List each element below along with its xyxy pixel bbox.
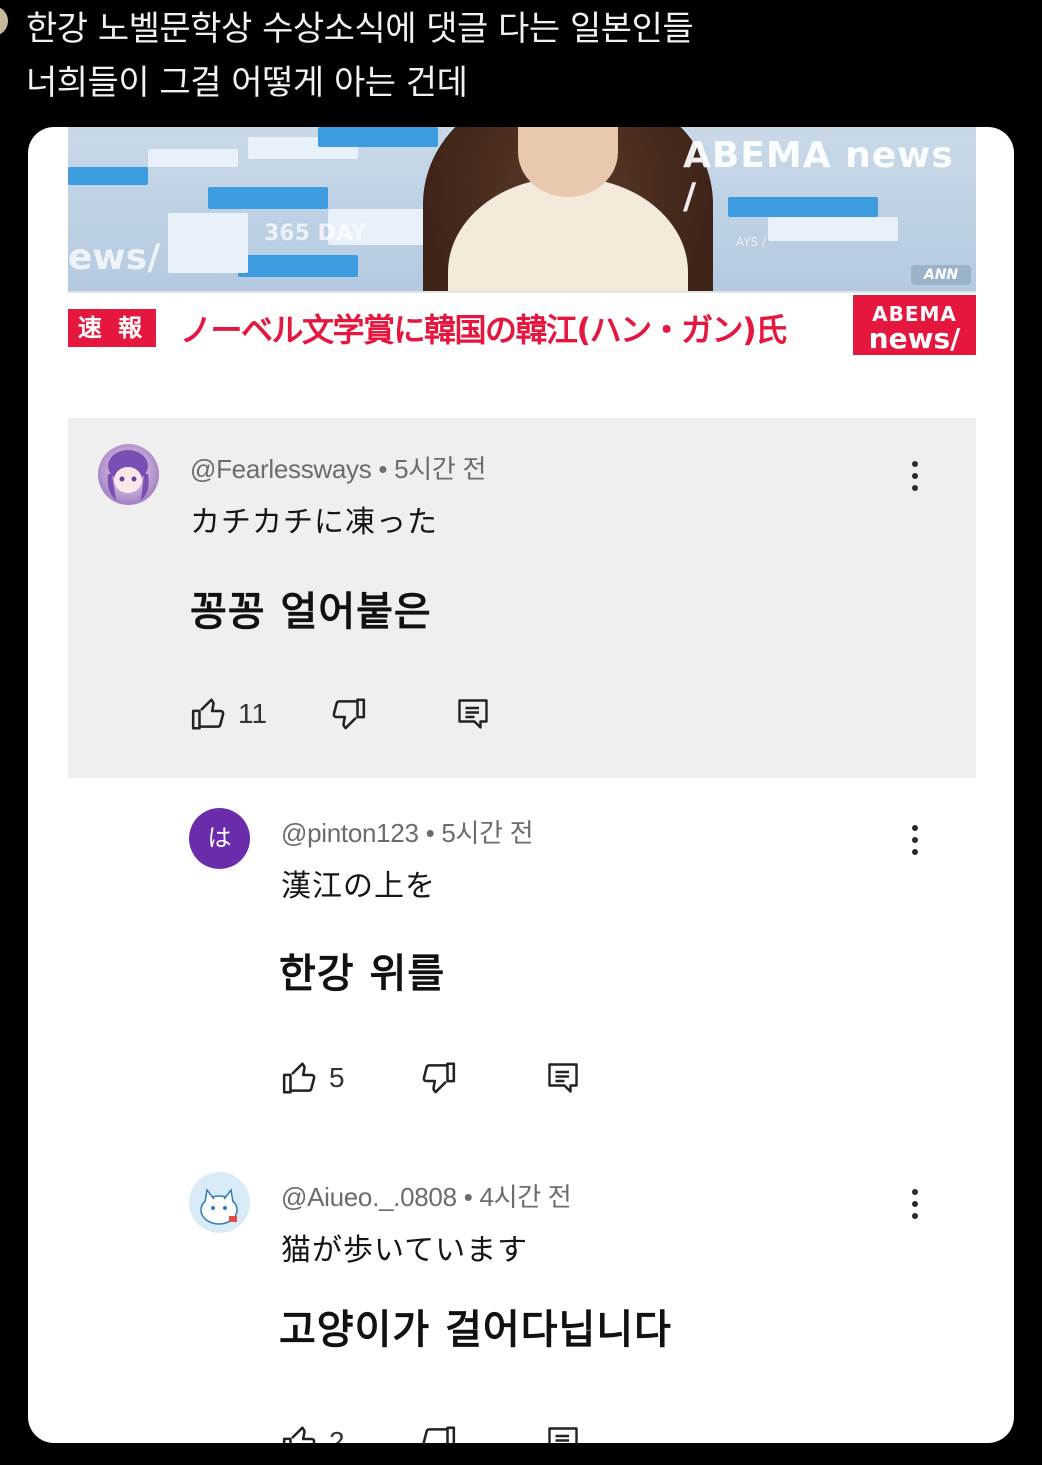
like-button[interactable]: 2: [281, 1423, 345, 1443]
dislike-button[interactable]: [419, 1423, 457, 1443]
comment-author[interactable]: @Fearlessways: [190, 454, 372, 484]
background-stair: [208, 187, 328, 209]
anime-girl-avatar-icon: [107, 450, 149, 500]
like-count: 2: [329, 1426, 345, 1443]
news-watermark-partial: ews/: [68, 237, 161, 278]
comment-translation: 꽁꽁 얼어붙은: [190, 589, 432, 635]
thumbs-up-icon: [282, 1062, 316, 1094]
like-button[interactable]: 11: [190, 695, 267, 733]
thumbs-down-icon: [332, 698, 366, 730]
more-options-icon[interactable]: [903, 457, 927, 497]
like-count: 5: [329, 1062, 345, 1093]
background-stair: [768, 217, 898, 241]
comment-meta: @Aiueo._.0808 • 4시간 전: [281, 1177, 572, 1214]
comment-text: カチカチに凍った: [190, 505, 438, 540]
more-options-icon[interactable]: [903, 1185, 927, 1225]
meta-separator: •: [425, 818, 435, 848]
avatar-letter: は: [207, 824, 232, 852]
comment-time: 5시간 전: [394, 454, 487, 484]
comment-translation: 고양이가 걸어다닙니다: [279, 1307, 672, 1353]
comment-author[interactable]: @pinton123: [281, 818, 419, 848]
reply-comment-icon: [547, 1063, 578, 1093]
breaking-news-banner: 速 報 ノーベル文学賞に韓国の韓江(ハン・ガン)氏 ABEMA news/: [68, 291, 976, 355]
comment-text: 漢江の上を: [281, 869, 436, 904]
comment-meta: @Fearlessways • 5시간 전: [190, 449, 486, 486]
comment-meta: @pinton123 • 5시간 전: [281, 813, 534, 850]
comment-time: 4시간 전: [479, 1182, 572, 1212]
background-stair: [148, 149, 238, 167]
breaking-headline: ノーベル文学賞に韓国の韓江(ハン・ガン)氏: [180, 311, 787, 349]
meta-separator: •: [378, 454, 388, 484]
comment-time: 5시간 전: [441, 818, 534, 848]
commenter-avatar[interactable]: は: [189, 808, 250, 869]
background-stair: [168, 213, 248, 273]
comment-actions: 11: [190, 695, 491, 733]
abema-news-logo: ABEMA news/: [853, 295, 976, 355]
reply-comment-icon: [547, 1427, 578, 1443]
365-days-watermark: 365 DAY: [264, 221, 367, 246]
background-stair: [318, 127, 438, 147]
commenter-avatar[interactable]: [98, 444, 159, 505]
like-button[interactable]: 5: [281, 1059, 345, 1097]
thumbs-up-icon: [282, 1426, 316, 1443]
comment-text: 猫が歩いています: [281, 1233, 529, 1268]
logo-line-2: news/: [868, 322, 961, 355]
thumbs-down-icon: [422, 1062, 455, 1094]
thumbs-up-icon: [191, 698, 225, 730]
comment-author[interactable]: @Aiueo._.0808: [281, 1182, 457, 1212]
post-text: 한강 노벨문학상 수상소식에 댓글 다는 일본인들 너희들이 그걸 어떻게 아는…: [26, 2, 694, 110]
reply-button[interactable]: [455, 695, 491, 733]
thumbs-down-icon: [422, 1426, 455, 1443]
cat-drawing-avatar-icon: [200, 1188, 238, 1225]
post-line-1: 한강 노벨문학상 수상소식에 댓글 다는 일본인들: [26, 9, 694, 49]
abema-news-watermark: ABEMA news /: [683, 135, 954, 217]
more-options-icon[interactable]: [903, 821, 927, 861]
commenter-avatar[interactable]: [189, 1172, 250, 1233]
logo-line-1: ABEMA: [872, 302, 957, 326]
reply-button[interactable]: [545, 1059, 581, 1097]
ann-logo: ANN: [911, 265, 971, 285]
background-stair: [238, 255, 358, 277]
comment-translation: 한강 위를: [279, 951, 446, 997]
poster-avatar[interactable]: [0, 6, 8, 36]
dislike-button[interactable]: [329, 695, 367, 733]
reply-button[interactable]: [545, 1423, 581, 1443]
comment-actions: 5: [281, 1059, 581, 1097]
embedded-screenshot-card: ABEMA news / ews/ 365 DAY AYS / ANN 速 報 …: [28, 127, 1014, 1443]
days-watermark: AYS /: [736, 235, 767, 249]
breaking-tag: 速 報: [68, 309, 156, 347]
dislike-button[interactable]: [419, 1059, 457, 1097]
reply-comment-icon: [458, 699, 488, 729]
comment-actions: 2: [281, 1423, 581, 1443]
post-line-2: 너희들이 그걸 어떻게 아는 건데: [26, 63, 468, 103]
meta-separator: •: [463, 1182, 473, 1212]
like-count: 11: [238, 698, 268, 729]
background-stair: [68, 167, 148, 185]
